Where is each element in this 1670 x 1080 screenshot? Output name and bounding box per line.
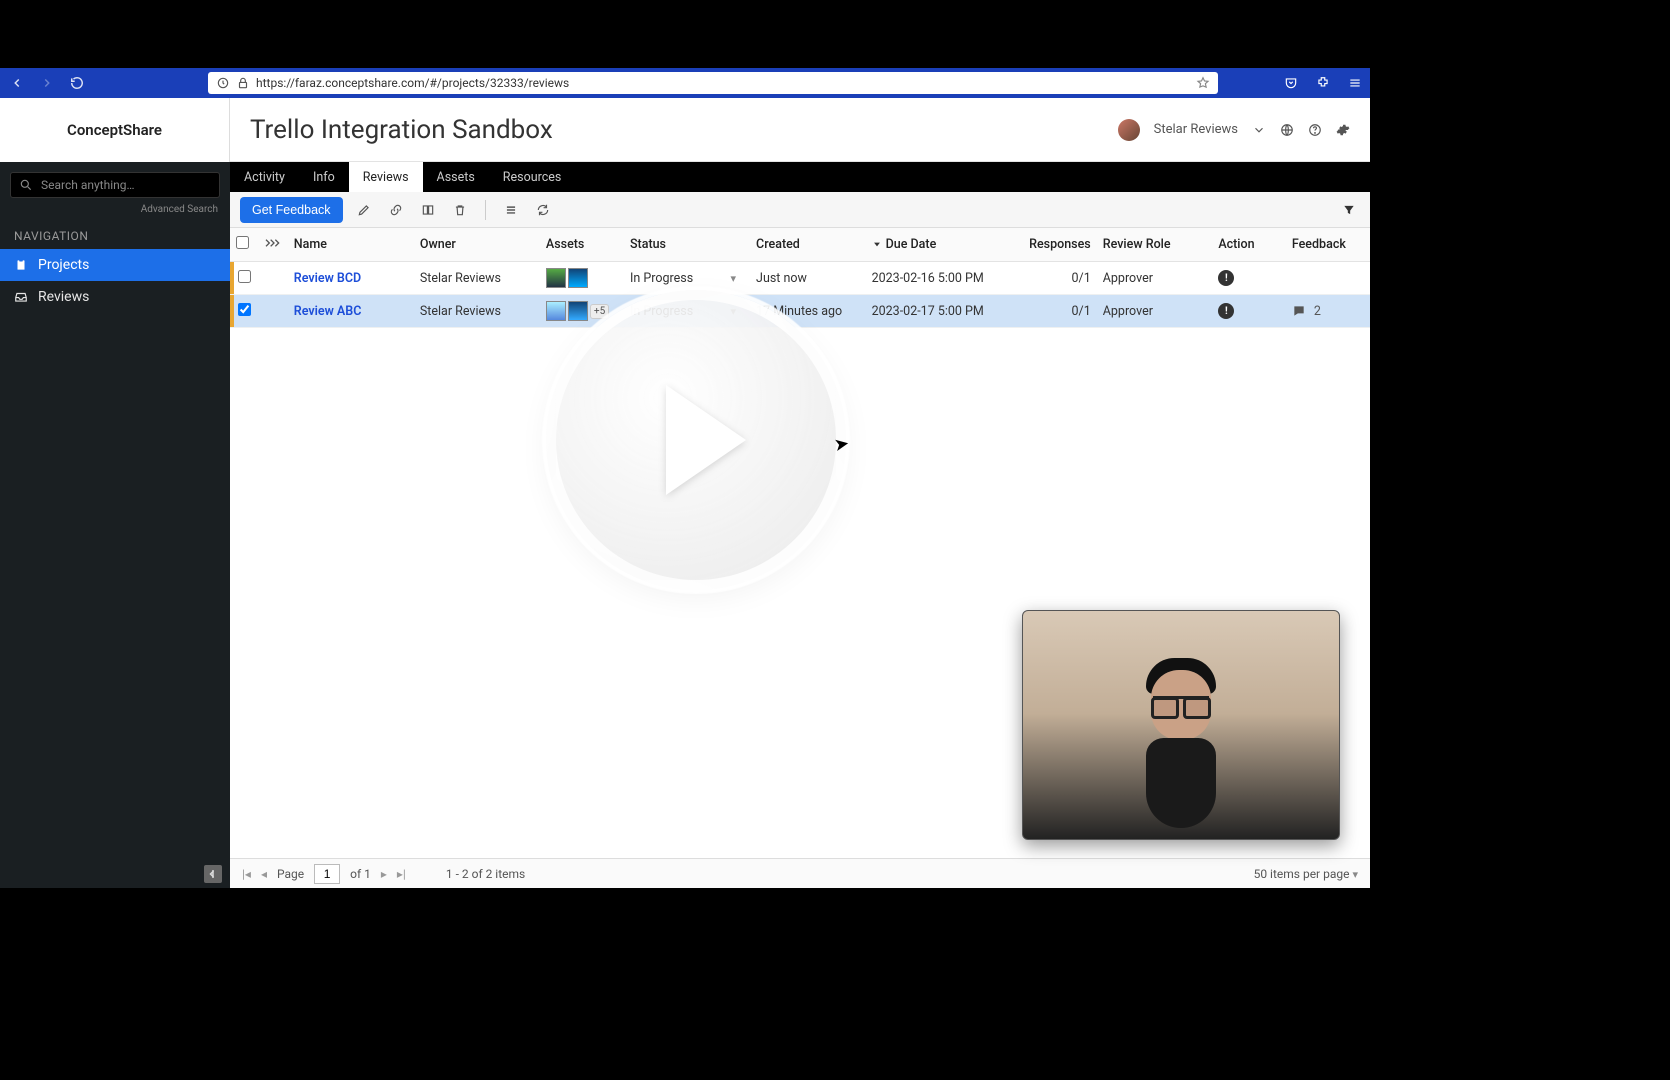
select-all-checkbox[interactable] [236,236,249,249]
feedback-count: 2 [1314,304,1321,319]
list-icon[interactable] [500,199,522,221]
page-title: Trello Integration Sandbox [250,115,553,145]
forward-button[interactable] [38,74,56,92]
reload-button[interactable] [68,74,86,92]
header-bar: Trello Integration Sandbox Stelar Review… [230,98,1370,162]
play-icon [666,385,746,495]
role-cell: Approver [1097,295,1213,328]
items-per-page-dropdown[interactable]: 50 items per page ▾ [1254,867,1358,881]
comment-icon[interactable] [1292,304,1306,318]
due-cell: 2023-02-17 5:00 PM [866,295,1013,328]
url-bar[interactable]: https://faraz.conceptshare.com/#/project… [208,72,1218,94]
responses-cell: 0/1 [1013,262,1097,295]
global-search-input[interactable]: Search anything… [10,172,220,198]
search-placeholder: Search anything… [41,178,135,192]
url-text: https://faraz.conceptshare.com/#/project… [256,76,569,90]
col-status[interactable]: Status [624,228,750,262]
user-avatar[interactable] [1118,119,1140,141]
col-created[interactable]: Created [750,228,866,262]
search-icon [19,178,33,192]
back-button[interactable] [8,74,26,92]
due-cell: 2023-02-16 5:00 PM [866,262,1013,295]
gear-icon[interactable] [1336,123,1350,137]
inbox-icon [14,290,28,304]
sidebar-collapse-button[interactable] [204,865,222,883]
filter-icon[interactable] [1338,199,1360,221]
project-tabs: Activity Info Reviews Assets Resources [230,162,1370,192]
tab-activity[interactable]: Activity [230,162,299,192]
owner-cell: Stelar Reviews [414,262,540,295]
toolbar-separator [485,200,486,220]
refresh-icon[interactable] [532,199,554,221]
reviews-toolbar: Get Feedback [230,192,1370,228]
pocket-icon[interactable] [1284,76,1298,90]
window-letterbox-top [0,0,1370,68]
col-owner[interactable]: Owner [414,228,540,262]
col-name[interactable]: Name [288,228,414,262]
col-action[interactable]: Action [1212,228,1286,262]
asset-thumbnails[interactable] [546,268,618,288]
col-role[interactable]: Review Role [1097,228,1213,262]
star-icon[interactable] [1196,76,1210,90]
col-assets[interactable]: Assets [540,228,624,262]
col-feedback[interactable]: Feedback [1286,228,1370,262]
clipboard-icon [14,258,28,272]
advanced-search-link[interactable]: Advanced Search [0,200,230,223]
chevron-down-icon[interactable] [1252,123,1266,137]
page-prev-button[interactable]: ◂ [261,867,267,881]
responses-cell: 0/1 [1013,295,1097,328]
user-name[interactable]: Stelar Reviews [1154,122,1238,137]
edit-icon[interactable] [353,199,375,221]
extensions-icon[interactable] [1316,76,1330,90]
menu-icon[interactable] [1348,76,1362,90]
col-responses[interactable]: Responses [1013,228,1097,262]
row-checkbox[interactable] [238,270,251,283]
browser-toolbar: https://faraz.conceptshare.com/#/project… [0,68,1370,98]
table-row[interactable]: Review ABC Stelar Reviews +5 In Progress… [230,295,1370,328]
row-checkbox[interactable] [238,303,251,316]
trash-icon[interactable] [449,199,471,221]
page-label: Page [277,867,304,881]
nav-heading: NAVIGATION [0,223,230,249]
created-cell: Just now [750,262,866,295]
action-required-icon[interactable]: ! [1218,270,1234,286]
help-icon[interactable] [1308,123,1322,137]
col-due[interactable]: Due Date [866,228,1013,262]
tab-info[interactable]: Info [299,162,349,192]
get-feedback-button[interactable]: Get Feedback [240,197,343,223]
action-required-icon[interactable]: ! [1218,303,1234,319]
reviews-table: Name Owner Assets Status Created Due Dat… [230,228,1370,328]
sidebar: ConceptShare Search anything… Advanced S… [0,98,230,888]
expand-all-icon[interactable] [258,228,287,262]
book-icon[interactable] [417,199,439,221]
tab-reviews[interactable]: Reviews [349,162,423,192]
status-dropdown[interactable]: In Progress▾ [630,271,744,286]
sidebar-item-label: Reviews [38,289,89,305]
review-name-link[interactable]: Review BCD [294,271,361,286]
page-last-button[interactable]: ▸| [397,867,406,881]
globe-icon[interactable] [1280,123,1294,137]
page-of-label: of 1 [350,867,371,881]
page-range: 1 - 2 of 2 items [446,867,525,881]
video-play-button[interactable] [546,290,846,590]
brand-logo: ConceptShare [0,98,230,162]
tab-resources[interactable]: Resources [489,162,576,192]
sidebar-item-label: Projects [38,257,89,273]
link-icon[interactable] [385,199,407,221]
page-next-button[interactable]: ▸ [381,867,387,881]
page-input[interactable] [314,864,340,884]
page-first-button[interactable]: |◂ [242,867,251,881]
owner-cell: Stelar Reviews [414,295,540,328]
presenter-webcam [1022,610,1340,840]
tab-assets[interactable]: Assets [423,162,489,192]
lock-icon [236,76,250,90]
table-row[interactable]: Review BCD Stelar Reviews In Progress▾ J… [230,262,1370,295]
role-cell: Approver [1097,262,1213,295]
sidebar-item-reviews[interactable]: Reviews [0,281,230,313]
table-footer: |◂ ◂ Page of 1 ▸ ▸| 1 - 2 of 2 items 50 … [230,858,1370,888]
review-name-link[interactable]: Review ABC [294,304,362,319]
more-assets-badge: +5 [590,304,609,319]
sidebar-item-projects[interactable]: Projects [0,249,230,281]
